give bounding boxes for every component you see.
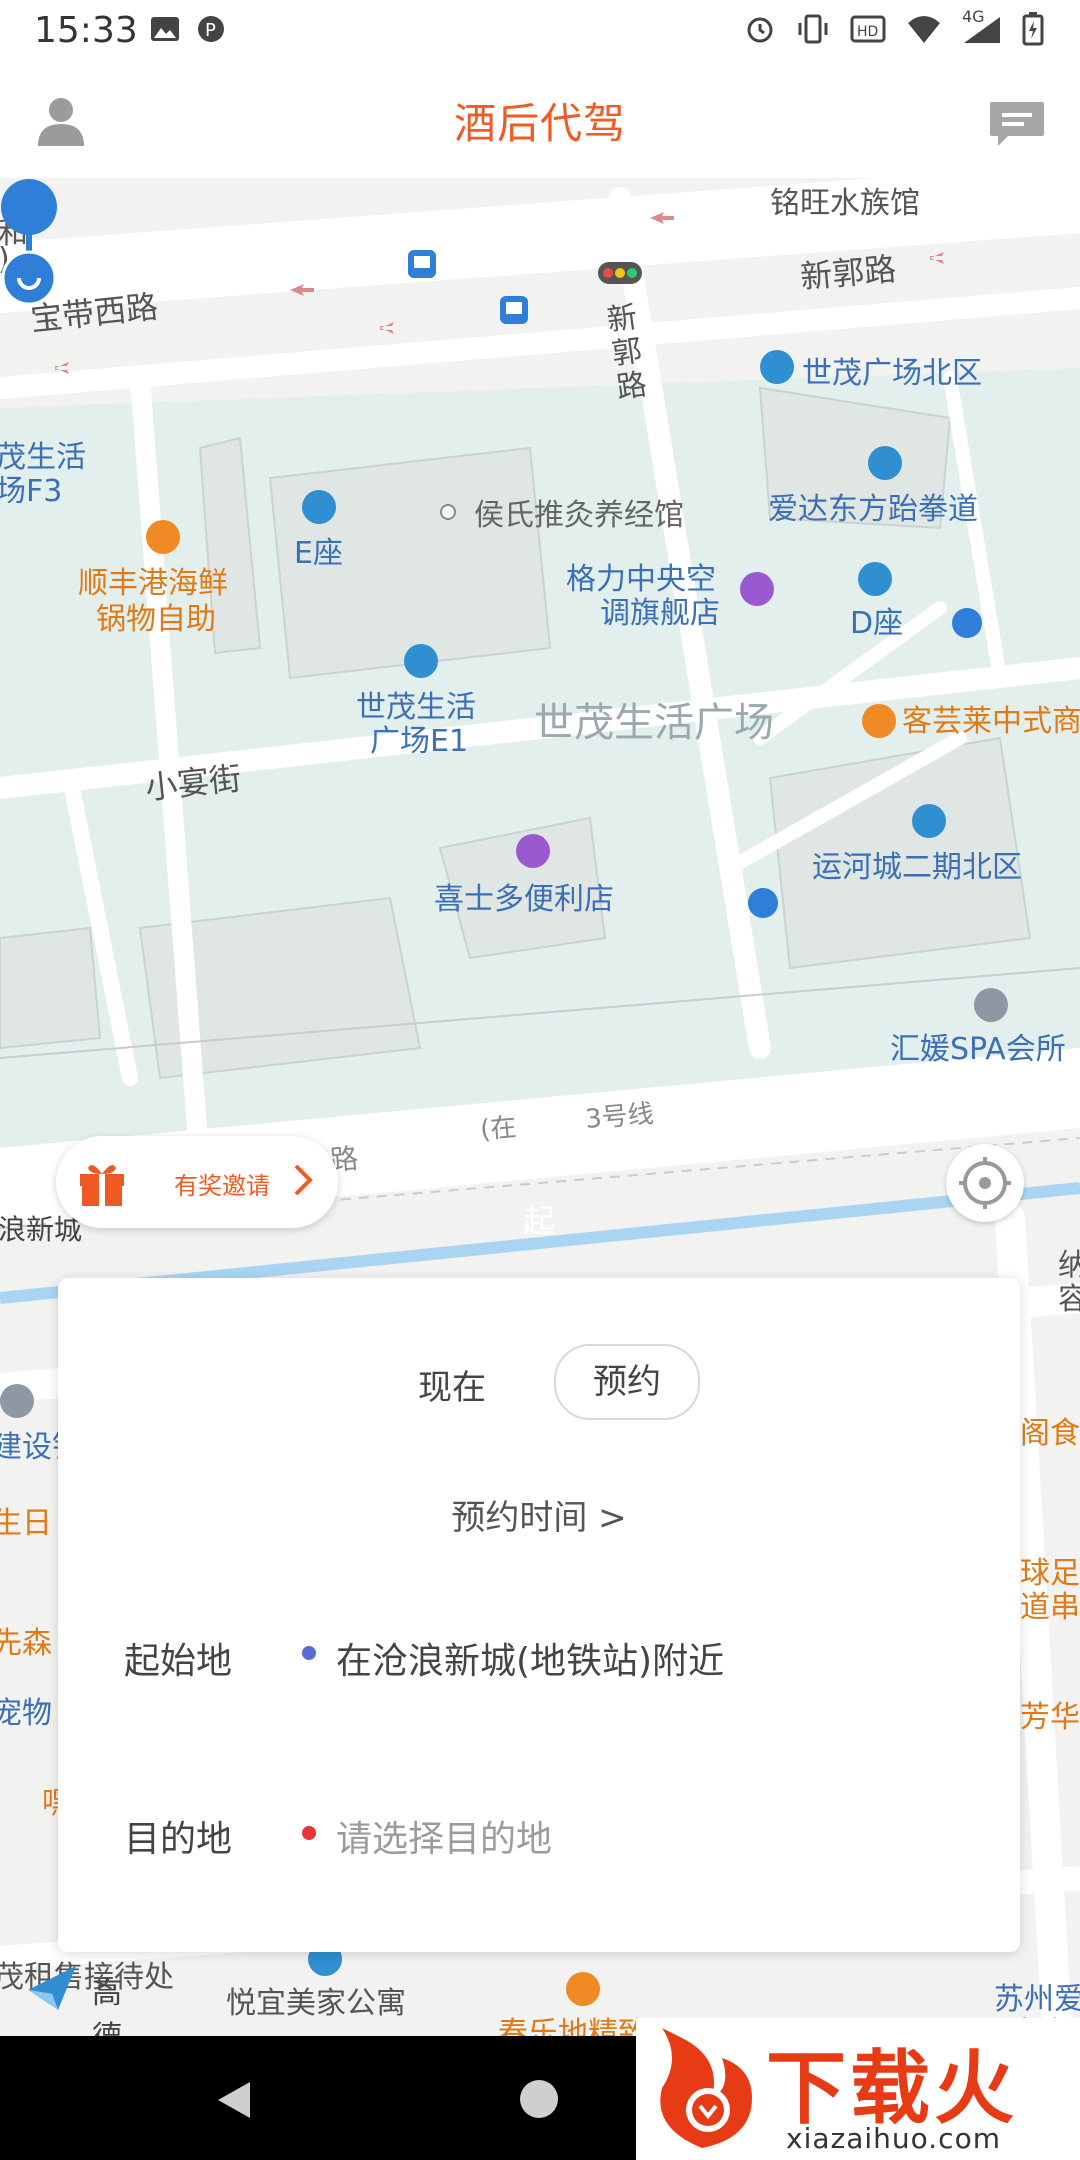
p-icon: P [198, 16, 224, 42]
destination-field[interactable]: 请选择目的地 [336, 1810, 552, 1862]
map-poi[interactable]: 世茂广场北区 [802, 348, 982, 392]
area-label: 世茂生活广场 [534, 700, 774, 746]
hd-icon: HD [850, 15, 886, 43]
shopping-cart-icon [516, 834, 550, 868]
image-icon [151, 17, 179, 41]
map-poi: 道串串 [1020, 1590, 1080, 1625]
origin-dot [302, 1646, 316, 1660]
crosshair-icon [959, 1157, 1011, 1209]
status-right-icons: HD 4G [744, 7, 1044, 46]
map-poi[interactable]: 客芸莱中式商 [902, 696, 1080, 740]
map-poi: 场F3 [0, 474, 63, 509]
residential-icon [912, 804, 946, 838]
map-poi[interactable]: 广场E1 [370, 716, 468, 760]
map-poi[interactable]: 调旗舰店 [600, 588, 720, 632]
map-poi[interactable]: 侯氏推灸养经馆 [474, 490, 684, 534]
origin-label: 起始地 [124, 1641, 233, 1682]
parking-icon [952, 608, 982, 638]
food-icon [862, 704, 896, 738]
status-left-icons: P [150, 14, 226, 44]
watermark-url: xiazaihuo.com [786, 2122, 1001, 2155]
building-icon [404, 644, 438, 678]
booking-time-selector[interactable]: 预约时间 > [58, 1490, 1020, 1539]
map-poi: 宠物 [0, 1696, 52, 1731]
spa-icon [974, 988, 1008, 1022]
road-label: 新郭路 [798, 249, 898, 297]
status-time: 15:33 [34, 10, 138, 51]
destination-dot [302, 1826, 316, 1840]
svg-text:HD: HD [857, 24, 878, 40]
map-poi[interactable]: E座 [294, 528, 343, 572]
start-marker-label: 起 [522, 1202, 555, 1240]
map-poi[interactable]: 悦宜美家公寓 [226, 1978, 406, 2022]
invite-label: 有奖邀请 [174, 1172, 270, 1200]
building-icon [302, 490, 336, 524]
dot-icon [440, 504, 456, 520]
map-poi[interactable]: 喜士多便利店 [434, 874, 614, 918]
map-poi[interactable]: D座 [850, 598, 903, 642]
map-poi[interactable]: 锅物自助 [96, 594, 216, 638]
metro-label: (在 [478, 1112, 518, 1146]
map-poi[interactable]: 铭旺水族馆 [770, 178, 920, 222]
parking-icon [748, 888, 778, 918]
home-icon[interactable] [520, 2080, 558, 2118]
chevron-right-icon [294, 1164, 313, 1196]
metro-label: 3号线 [584, 1099, 655, 1135]
map-poi[interactable]: 汇媛SPA会所 [890, 1024, 1066, 1068]
vibrate-icon [798, 14, 828, 44]
app-header: 酒后代驾 [0, 64, 1080, 179]
sport-icon [868, 446, 902, 480]
alarm-icon [747, 17, 773, 43]
gift-icon [70, 1150, 134, 1214]
map-poi: 容 [1058, 1282, 1080, 1317]
origin-field[interactable]: 在沧浪新城(地铁站)附近 [336, 1632, 724, 1684]
map-poi: 芳华 [1020, 1700, 1080, 1735]
bank-icon [0, 1384, 34, 1418]
start-location-marker[interactable] [0, 178, 58, 306]
food-icon [566, 1972, 600, 2006]
wifi-icon [908, 16, 940, 43]
page-title: 酒后代驾 [453, 99, 626, 148]
signal-icon [964, 17, 1000, 43]
booking-card: 现在 预约 预约时间 > 起始地 在沧浪新城(地铁站)附近 目的地 请选择目的地 [58, 1278, 1020, 1952]
shopping-cart-icon [740, 572, 774, 606]
building-icon [760, 350, 794, 384]
building-icon [858, 562, 892, 596]
food-icon [146, 520, 180, 554]
map-poi[interactable]: 运河城二期北区 [812, 842, 1022, 886]
map-poi: 阁食 [1020, 1416, 1080, 1451]
locate-button[interactable] [946, 1144, 1024, 1222]
mode-now-tab[interactable]: 现在 [418, 1360, 486, 1409]
map-poi[interactable]: 春乐地精致 [498, 2008, 648, 2036]
message-icon[interactable] [988, 98, 1046, 148]
map-poi: 生日 [0, 1506, 52, 1541]
map-poi: 先森 [0, 1626, 52, 1661]
status-bar: 15:33 P HD 4G [0, 0, 1080, 64]
battery-icon [1022, 12, 1044, 46]
amap-logo-icon [28, 1966, 76, 2010]
svg-text:P: P [205, 20, 216, 41]
invite-button[interactable]: 有奖邀请 [56, 1136, 338, 1228]
flame-logo-icon [660, 2028, 752, 2148]
destination-label: 目的地 [124, 1819, 233, 1860]
map-poi[interactable]: 爱达东方跆拳道 [768, 484, 978, 528]
back-icon[interactable] [214, 2078, 254, 2122]
mode-book-tab[interactable]: 预约 [554, 1344, 700, 1420]
watermark: 下载火 xiazaihuo.com [636, 2018, 1080, 2160]
